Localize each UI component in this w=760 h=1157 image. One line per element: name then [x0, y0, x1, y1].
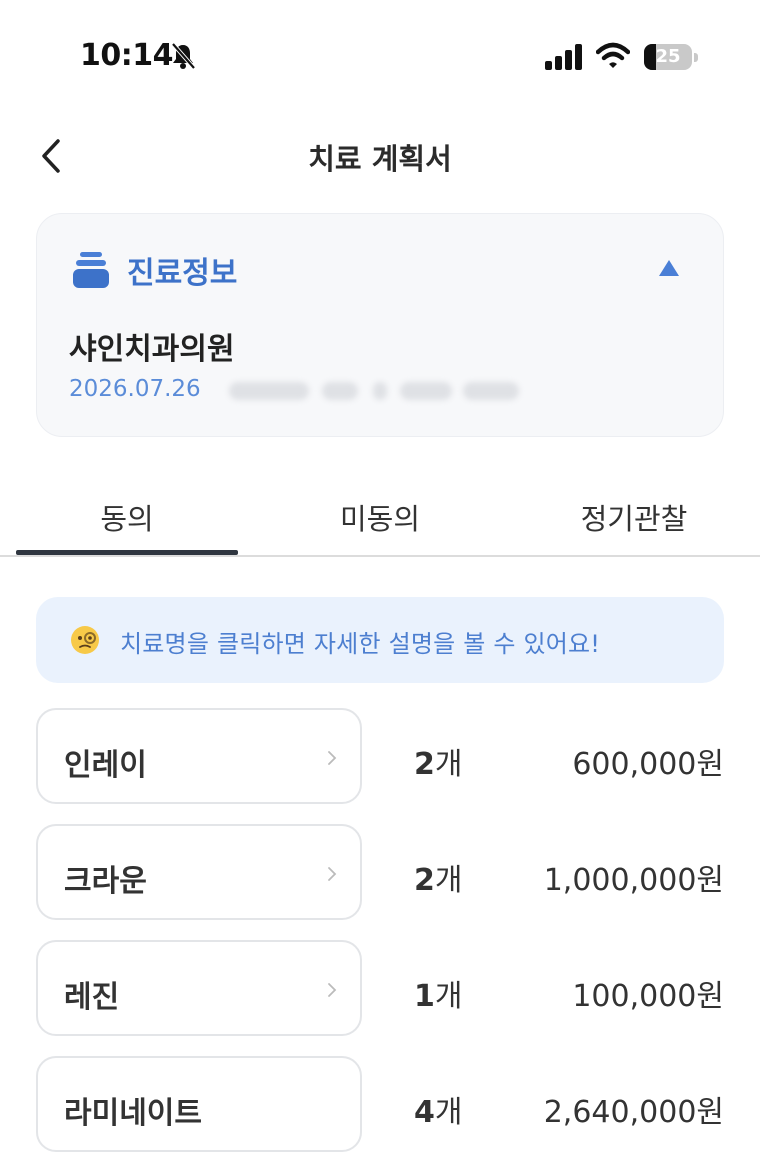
treatment-quantity: 4개 — [414, 1095, 463, 1130]
cellular-signal-icon — [545, 44, 582, 70]
treatment-name-button[interactable]: 크라운 — [36, 824, 362, 920]
treatment-name: 레진 — [64, 980, 120, 1015]
treatment-name: 크라운 — [64, 864, 147, 899]
active-tab-indicator — [16, 550, 238, 555]
treatment-quantity: 2개 — [414, 863, 463, 898]
hint-banner: 치료명을 클릭하면 자세한 설명을 볼 수 있어요! — [36, 597, 724, 683]
hint-text: 치료명을 클릭하면 자세한 설명을 볼 수 있어요! — [120, 630, 601, 658]
status-time: 10:14 — [80, 38, 174, 73]
treatment-quantity: 2개 — [414, 747, 463, 782]
treatment-row: 라미네이트 4개 2,640,000원 — [0, 1056, 760, 1152]
clinic-name: 샤인치과의원 — [69, 332, 235, 367]
tab-regular-observation[interactable]: 정기관찰 — [524, 496, 744, 538]
chevron-right-icon — [328, 983, 337, 997]
tab-not-agreed[interactable]: 미동의 — [270, 496, 490, 538]
info-card-title: 진료정보 — [127, 256, 238, 291]
tab-bar: 동의 미동의 정기관찰 — [0, 478, 760, 557]
treatment-price: 2,640,000원 — [543, 1095, 724, 1130]
battery-icon: 25 — [644, 44, 700, 70]
treatment-price: 1,000,000원 — [543, 863, 724, 898]
status-bar: 10:14 25 — [0, 0, 760, 110]
triangle-up-icon[interactable] — [657, 258, 681, 278]
stack-icon — [73, 252, 109, 288]
treatment-name-button[interactable]: 라미네이트 — [36, 1056, 362, 1152]
visit-date: 2026.07.26 — [69, 376, 201, 402]
chevron-right-icon — [328, 867, 337, 881]
treatment-info-card: 진료정보 샤인치과의원 2026.07.26 — [36, 213, 724, 437]
wifi-icon — [596, 42, 630, 68]
treatment-row: 레진 1개 100,000원 — [0, 940, 760, 1036]
treatment-quantity: 1개 — [414, 979, 463, 1014]
battery-level-text: 25 — [655, 46, 681, 67]
treatment-row: 인레이 2개 600,000원 — [0, 708, 760, 804]
monocle-face-icon — [71, 626, 99, 654]
treatment-price: 100,000원 — [572, 979, 724, 1014]
treatment-row: 크라운 2개 1,000,000원 — [0, 824, 760, 920]
tab-agreed[interactable]: 동의 — [16, 496, 238, 538]
bell-slash-icon — [171, 42, 196, 70]
treatment-name-button[interactable]: 레진 — [36, 940, 362, 1036]
treatment-name: 인레이 — [64, 748, 147, 783]
redacted-details — [229, 376, 529, 406]
page-title: 치료 계획서 — [308, 142, 452, 176]
treatment-price: 600,000원 — [572, 747, 724, 782]
treatment-name-button[interactable]: 인레이 — [36, 708, 362, 804]
chevron-right-icon — [328, 751, 337, 765]
treatment-name: 라미네이트 — [64, 1096, 202, 1131]
